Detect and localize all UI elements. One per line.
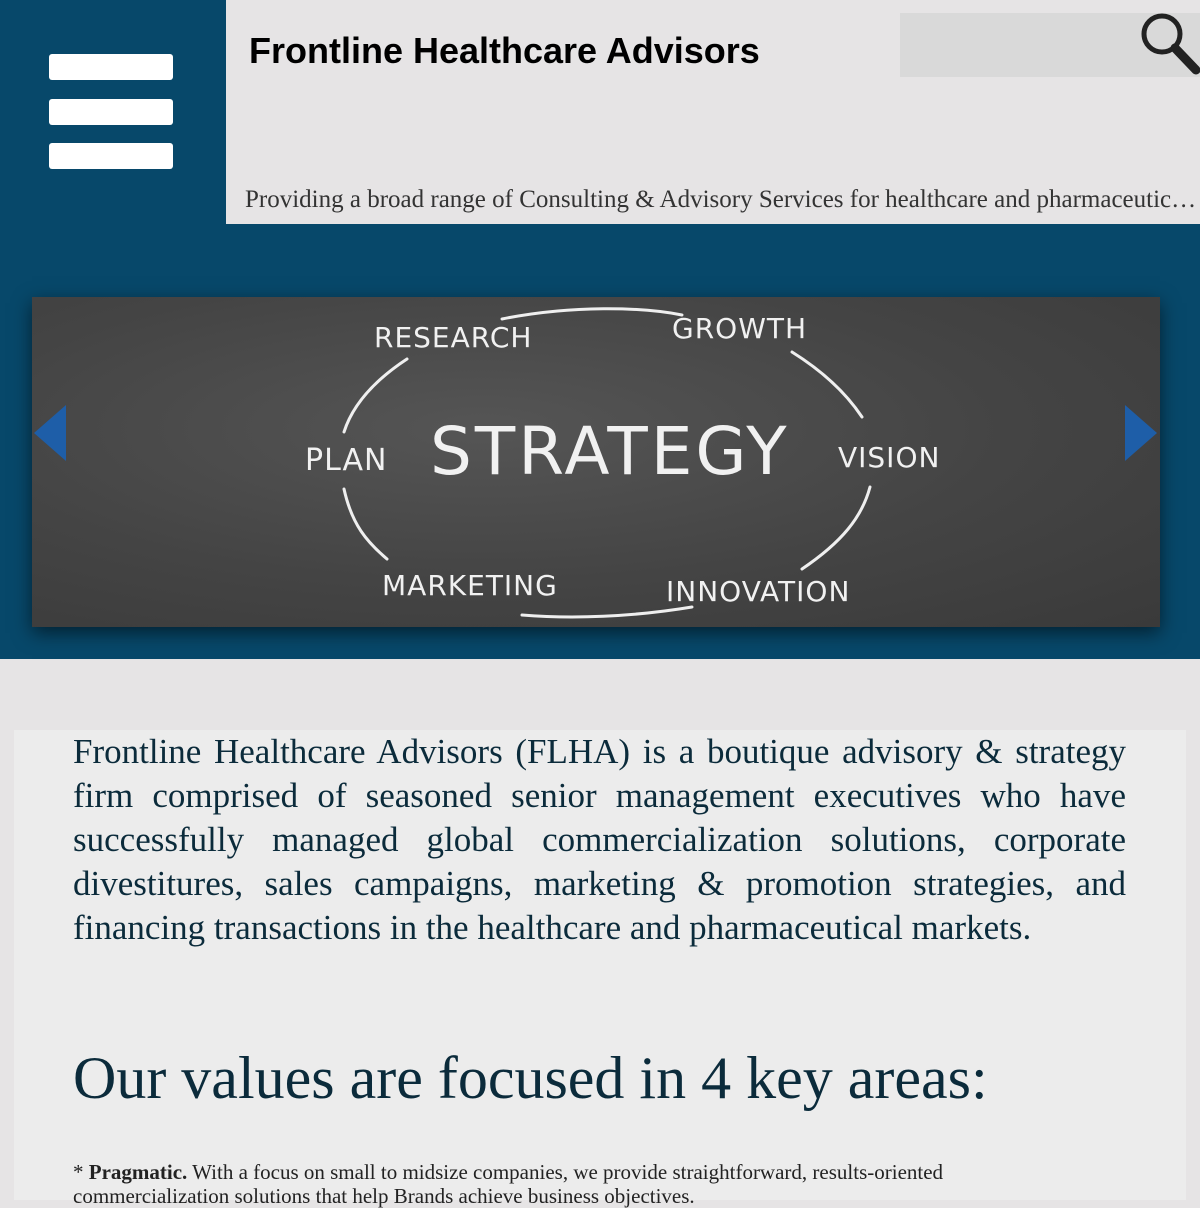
- slide-word-growth: GROWTH: [672, 312, 808, 345]
- value-text: With a focus on small to midsize compani…: [73, 1160, 944, 1208]
- slide-word-innovation: INNOVATION: [666, 575, 851, 608]
- slider-next-icon[interactable]: [1125, 405, 1157, 461]
- intro-paragraph: Frontline Healthcare Advisors (FLHA) is …: [73, 732, 1126, 947]
- slide-word-marketing: MARKETING: [382, 569, 558, 602]
- site-tagline: Providing a broad range of Consulting & …: [245, 186, 1200, 213]
- hero-band: RESEARCH GROWTH PLAN STRATEGY VISION MAR…: [0, 226, 1200, 659]
- site-title[interactable]: Frontline Healthcare Advisors: [249, 30, 760, 72]
- hamburger-icon: [49, 54, 173, 80]
- site-header: Frontline Healthcare Advisors Providing …: [0, 0, 1200, 226]
- value-term: Pragmatic.: [88, 1160, 188, 1184]
- hamburger-icon: [49, 99, 173, 125]
- slide-word-vision: VISION: [838, 441, 941, 474]
- value-item-pragmatic: * Pragmatic. With a focus on small to mi…: [73, 1160, 1073, 1208]
- hamburger-icon: [49, 143, 173, 169]
- title-panel: Frontline Healthcare Advisors Providing …: [226, 0, 1200, 224]
- magnifier-icon[interactable]: [1138, 10, 1200, 76]
- slide-word-plan: PLAN: [305, 443, 388, 478]
- values-heading: Our values are focused in 4 key areas:: [73, 1045, 988, 1111]
- hero-slide-image: RESEARCH GROWTH PLAN STRATEGY VISION MAR…: [32, 297, 1160, 627]
- slider-prev-icon[interactable]: [34, 405, 66, 461]
- slide-word-strategy: STRATEGY: [430, 413, 790, 490]
- slide-word-research: RESEARCH: [374, 321, 533, 354]
- value-bullet: *: [73, 1160, 89, 1184]
- main-content: Frontline Healthcare Advisors (FLHA) is …: [14, 730, 1186, 1208]
- menu-button[interactable]: [0, 0, 226, 226]
